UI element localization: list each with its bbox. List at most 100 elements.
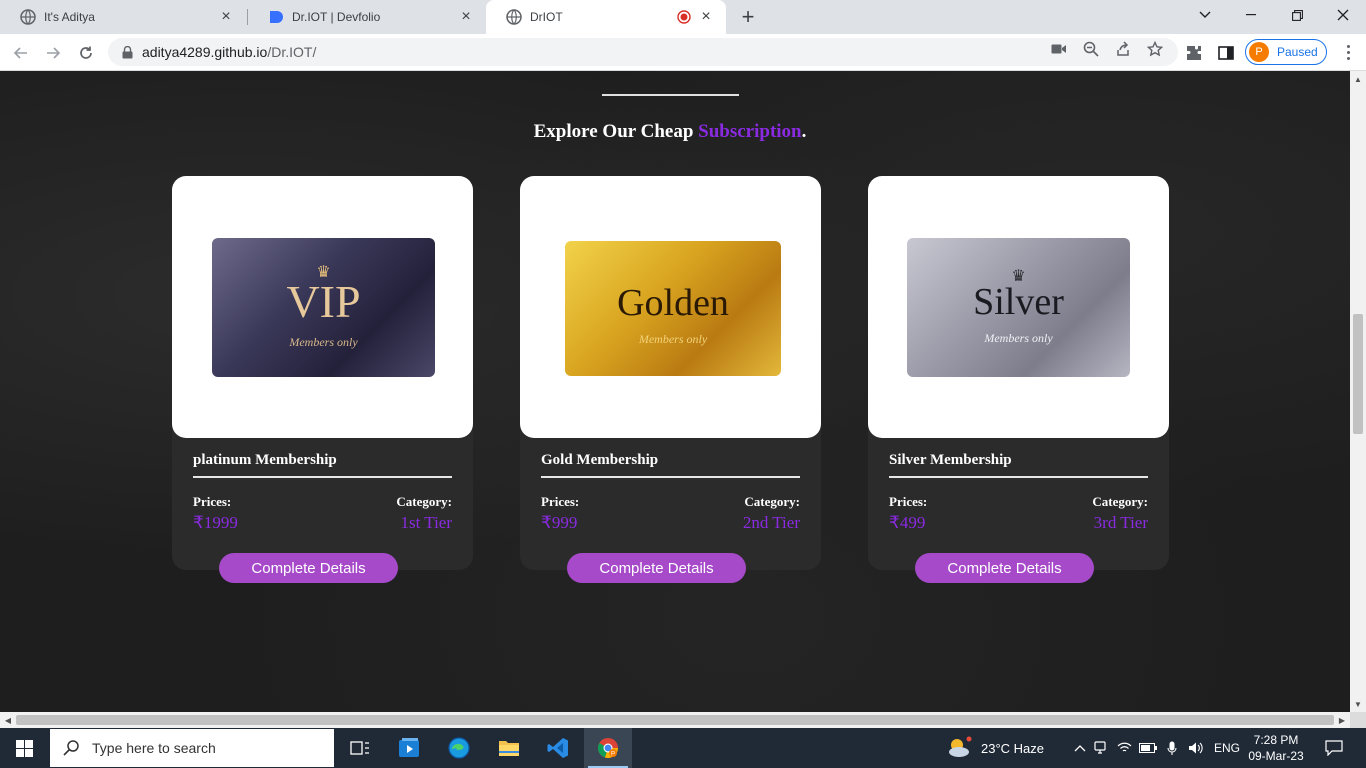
weather-text: 23°C Haze [981, 740, 1045, 756]
address-bar[interactable]: aditya4289.github.io/Dr.IOT/ [108, 38, 1178, 66]
card-rule [193, 476, 452, 478]
close-icon[interactable]: × [458, 8, 474, 25]
svg-text:P: P [611, 752, 615, 758]
heading-accent: Subscription [698, 121, 802, 142]
edge-icon[interactable] [435, 728, 483, 768]
vertical-scrollbar[interactable]: ▲ ▼ [1350, 71, 1366, 712]
forward-button[interactable] [40, 40, 66, 66]
silver-card-image: ♛ Silver Members only [907, 238, 1130, 377]
scroll-up-arrow[interactable]: ▲ [1350, 72, 1366, 86]
page-viewport: Explore Our Cheap Subscription. ♛ VIP Me… [0, 71, 1350, 712]
back-button[interactable] [8, 40, 34, 66]
close-icon[interactable]: × [218, 8, 234, 25]
task-view-icon[interactable] [336, 728, 384, 768]
taskbar-clock[interactable]: 7:28 PM 09-Mar-23 [1246, 732, 1306, 764]
close-icon[interactable]: × [698, 8, 714, 25]
file-explorer-icon[interactable] [485, 728, 533, 768]
vscode-icon[interactable] [534, 728, 582, 768]
complete-details-button[interactable]: Complete Details [219, 553, 398, 583]
windows-taskbar: Type here to search P 23°C Haze ENG 7:28… [0, 728, 1366, 768]
price-value: ₹999 [541, 513, 578, 532]
extensions-icon[interactable] [1185, 44, 1203, 62]
scrollbar-corner [1350, 712, 1366, 728]
side-panel-icon[interactable] [1217, 44, 1235, 62]
browser-tab-strip: It's Aditya × Dr.IOT | Devfolio × DrIOT … [0, 0, 1366, 34]
globe-icon [20, 9, 36, 25]
horizontal-scroll-thumb[interactable] [16, 715, 1334, 725]
card-image-box: ♛ VIP Members only [172, 176, 473, 438]
tab-search-icon[interactable] [1182, 0, 1228, 30]
wifi-icon[interactable] [1112, 742, 1136, 754]
membership-card-platinum: ♛ VIP Members only platinum Membership P… [172, 176, 473, 583]
profile-button[interactable]: P Paused [1245, 39, 1327, 65]
battery-icon[interactable] [1136, 743, 1160, 753]
language-indicator[interactable]: ENG [1214, 741, 1240, 755]
scroll-left-arrow[interactable]: ◀ [1, 712, 15, 728]
lock-icon[interactable] [120, 45, 134, 59]
browser-toolbar: aditya4289.github.io/Dr.IOT/ P Paused [0, 34, 1366, 71]
category-value: 2nd Tier [742, 513, 800, 532]
prices-label: Prices: [889, 494, 928, 509]
weather-haze-icon [949, 736, 972, 757]
complete-details-button[interactable]: Complete Details [915, 553, 1094, 583]
menu-icon[interactable] [1338, 42, 1358, 62]
windows-start-button[interactable] [0, 728, 48, 768]
card-image-box: ♛ Silver Members only [868, 176, 1169, 438]
heading-text: Explore Our Cheap [533, 121, 699, 142]
minimize-button[interactable] [1228, 0, 1274, 30]
notification-icon[interactable] [1322, 728, 1346, 768]
camera-icon[interactable] [1051, 41, 1067, 57]
section-heading: Explore Our Cheap Subscription. [0, 121, 1340, 143]
category-label: Category: [396, 494, 452, 509]
category-value: 3rd Tier [1093, 513, 1148, 532]
tab-driot[interactable]: DrIOT × [486, 0, 726, 34]
horizontal-scrollbar[interactable]: ◀ ▶ [0, 712, 1350, 728]
membership-name: Gold Membership [541, 452, 659, 468]
price-value: ₹1999 [193, 513, 238, 532]
url-path: /Dr.IOT/ [267, 44, 317, 60]
membership-card-gold: ♛ Golden Members only Gold Membership Pr… [520, 176, 821, 583]
meet-now-icon[interactable] [1088, 741, 1112, 755]
weather-widget[interactable]: 23°C Haze [945, 728, 1044, 768]
bookmark-star-icon[interactable] [1147, 41, 1163, 57]
category-label: Category: [744, 494, 800, 509]
close-window-button[interactable] [1320, 0, 1366, 30]
prices-label: Prices: [193, 494, 232, 509]
search-placeholder: Type here to search [92, 740, 216, 756]
chevron-up-icon[interactable] [1072, 744, 1088, 752]
tab-title: DrIOT [530, 10, 563, 24]
reload-button[interactable] [73, 40, 99, 66]
share-icon[interactable] [1115, 41, 1131, 57]
tab-devfolio[interactable]: Dr.IOT | Devfolio × [248, 0, 486, 34]
membership-name: Silver Membership [889, 452, 1012, 468]
volume-icon[interactable] [1184, 741, 1208, 755]
scroll-right-arrow[interactable]: ▶ [1335, 712, 1349, 728]
card-word: Silver [973, 281, 1064, 323]
tab-title: It's Aditya [44, 10, 95, 24]
microphone-icon[interactable] [1160, 741, 1184, 756]
tab-its-aditya[interactable]: It's Aditya × [0, 0, 246, 34]
taskbar-search-box[interactable]: Type here to search [50, 729, 334, 767]
chrome-icon[interactable]: P [584, 728, 632, 768]
media-player-icon[interactable] [386, 728, 434, 768]
url-host: aditya4289.github.io [142, 44, 268, 60]
zoom-icon[interactable] [1083, 41, 1099, 57]
vertical-scroll-thumb[interactable] [1353, 314, 1363, 434]
globe-icon [506, 9, 522, 25]
scroll-down-arrow[interactable]: ▼ [1350, 697, 1366, 711]
card-subtitle: Members only [638, 332, 708, 346]
windows-logo-icon [15, 739, 33, 757]
clock-time: 7:28 PM [1253, 733, 1299, 747]
restore-button[interactable] [1274, 0, 1320, 30]
search-icon [62, 739, 80, 757]
prices-label: Prices: [541, 494, 580, 509]
new-tab-button[interactable]: + [736, 4, 760, 29]
membership-name: platinum Membership [193, 452, 337, 468]
clock-date: 09-Mar-23 [1248, 749, 1304, 763]
vip-card-image: ♛ VIP Members only [212, 238, 435, 377]
complete-details-button[interactable]: Complete Details [567, 553, 746, 583]
category-label: Category: [1092, 494, 1148, 509]
card-subtitle: Members only [289, 335, 358, 349]
tab-title: Dr.IOT | Devfolio [292, 10, 381, 24]
heading-period: . [801, 121, 807, 142]
